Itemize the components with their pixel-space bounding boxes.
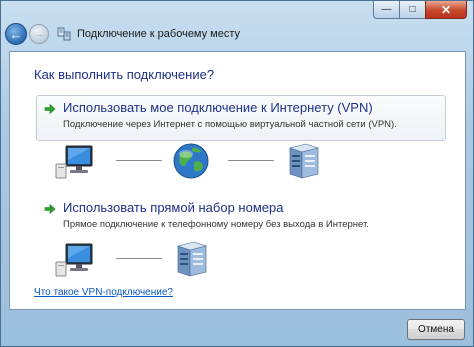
green-arrow-icon	[44, 203, 56, 215]
back-button[interactable]: ←	[5, 23, 27, 45]
connection-line	[228, 160, 274, 161]
dialup-diagram	[54, 238, 334, 282]
close-button[interactable]: ✕	[425, 1, 467, 19]
globe-icon	[173, 143, 209, 179]
minimize-button[interactable]: —	[373, 1, 399, 19]
connection-line	[116, 160, 162, 161]
option-vpn[interactable]: Использовать мое подключение к Интернету…	[36, 95, 446, 141]
network-place-icon	[57, 27, 71, 41]
computer-icon	[55, 145, 93, 179]
vpn-help-link[interactable]: Что такое VPN-подключение?	[34, 287, 173, 298]
window-frame: — □ ✕ ← → Подключение к рабочему месту К…	[0, 0, 474, 347]
option-dialup[interactable]: Использовать прямой набор номера Прямое …	[36, 195, 446, 241]
caption-buttons: — □ ✕	[373, 1, 467, 19]
window-title: Подключение к рабочему месту	[77, 28, 241, 40]
option-vpn-title: Использовать мое подключение к Интернету…	[63, 100, 373, 115]
option-dialup-title: Использовать прямой набор номера	[63, 200, 284, 215]
forward-button: →	[29, 24, 49, 44]
computer-icon	[55, 243, 93, 277]
title-bar: ← → Подключение к рабочему месту	[5, 21, 465, 47]
option-vpn-description: Подключение через Интернет с помощью вир…	[63, 119, 397, 130]
connection-line	[116, 258, 162, 259]
page-heading: Как выполнить подключение?	[34, 67, 215, 82]
option-dialup-description: Прямое подключение к телефонному номеру …	[63, 219, 369, 230]
maximize-button[interactable]: □	[399, 1, 425, 19]
vpn-diagram	[54, 140, 334, 184]
cancel-button[interactable]: Отмена	[407, 319, 465, 340]
server-icon	[288, 143, 320, 179]
server-icon	[176, 241, 208, 277]
content-pane: Как выполнить подключение? Использовать …	[9, 51, 466, 310]
green-arrow-icon	[44, 103, 56, 115]
